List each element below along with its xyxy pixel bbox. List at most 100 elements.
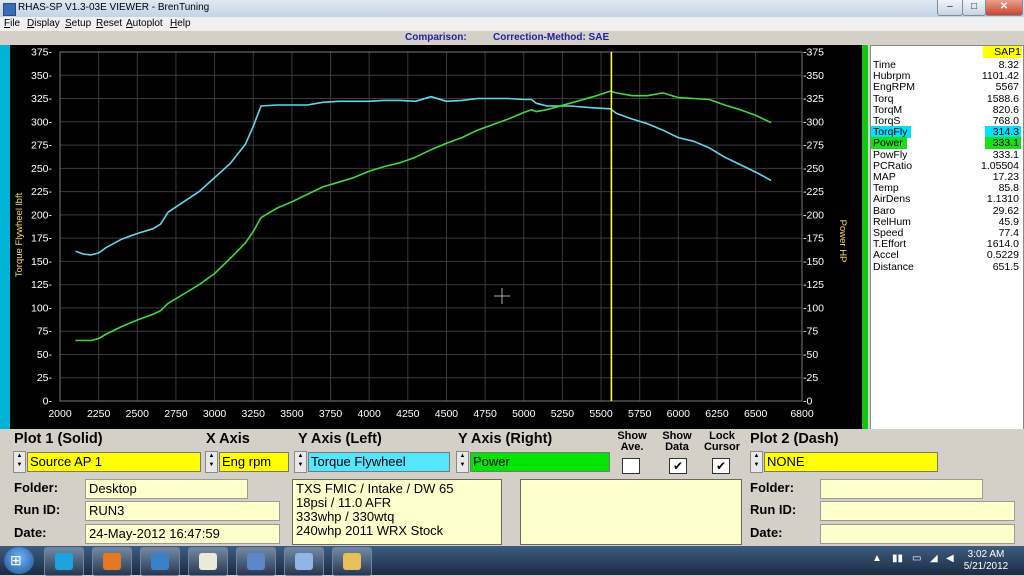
data-row-label: TorqFly: [871, 126, 912, 139]
menu-setup[interactable]: Setup: [65, 18, 91, 29]
plot2-date-field[interactable]: [820, 524, 1015, 544]
x-axis-spinner[interactable]: ▲ ▼: [205, 451, 218, 473]
data-row-relhum: RelHum 45.9: [871, 216, 1021, 228]
menu-display[interactable]: Display: [27, 18, 60, 29]
x-axis-select[interactable]: Eng rpm: [219, 452, 289, 472]
volume-icon[interactable]: ◀: [946, 553, 954, 564]
show-ave-header: Show Ave.: [617, 430, 647, 453]
plot1-notes-memo[interactable]: TXS FMIC / Intake / DW 65 18psi / 11.0 A…: [292, 479, 502, 545]
plot2-source-spinner[interactable]: ▲ ▼: [750, 451, 763, 473]
plot2-notes-memo[interactable]: [520, 479, 742, 545]
y-tick-right: -350: [803, 70, 824, 82]
series-line-torque-flywheel: [75, 95, 772, 256]
show-data-header: Show Data: [662, 430, 692, 453]
power-icon[interactable]: ▭: [912, 553, 921, 564]
x-tick-label: 5250: [551, 408, 575, 420]
y-axis-left-header: Y Axis (Left): [298, 431, 382, 447]
data-row-value: 1.05504: [981, 159, 1019, 172]
y-axis-left-spinner[interactable]: ▲ ▼: [294, 451, 307, 473]
y-tick-right: -200: [803, 209, 824, 221]
notepad-icon: [199, 553, 217, 570]
menu-help[interactable]: Help: [170, 18, 191, 29]
show-hidden-icons-icon[interactable]: ▲: [872, 553, 882, 564]
data-row-label: Accel: [873, 249, 899, 262]
crosshair-icon: [494, 288, 510, 304]
notes-line: 333whp / 330wtq: [296, 509, 395, 524]
x-tick-label: 2000: [48, 408, 72, 420]
data-row-value: 1588.6: [986, 92, 1019, 105]
plot1-header: Plot 1 (Solid): [14, 431, 103, 447]
plot2-run-id-field[interactable]: [820, 501, 1015, 521]
folder-field[interactable]: Desktop: [85, 479, 248, 499]
x-axis-header: X Axis: [206, 431, 250, 447]
show-ave-checkbox[interactable]: [622, 458, 640, 474]
comparison-label: Comparison:: [405, 32, 467, 43]
taskbar-firefox[interactable]: [92, 547, 132, 576]
minimize-button[interactable]: –: [937, 0, 963, 16]
y-tick-right: -375: [803, 47, 824, 59]
dyno-chart-svg[interactable]: 0- -0 25- -25 50- -50 75- -75 100- -100 125- -125 15…: [10, 45, 862, 429]
firefox-icon: [103, 553, 121, 570]
menu-file[interactable]: File: [4, 18, 20, 29]
network-icon[interactable]: ▮▮: [892, 553, 903, 564]
x-tick-label: 3250: [242, 408, 266, 420]
control-panel: Plot 1 (Solid) X Axis Y Axis (Left) Y Ax…: [0, 429, 1024, 546]
date-field[interactable]: 24-May-2012 16:47:59: [85, 524, 280, 544]
y-tick-left: 150-: [31, 256, 53, 268]
run-id-field[interactable]: RUN3: [85, 501, 280, 521]
plot1-source-spinner[interactable]: ▲ ▼: [13, 451, 26, 473]
plot2-source-select[interactable]: NONE: [764, 452, 938, 472]
menu-autoplot[interactable]: Autoplot: [126, 18, 163, 29]
clock-time: 3:02 AM: [967, 549, 1005, 560]
y-tick-right: -275: [803, 140, 824, 152]
maximize-button[interactable]: □: [962, 0, 986, 16]
lock-cursor-checkbox[interactable]: ✔: [712, 458, 730, 474]
start-button[interactable]: ⊞: [4, 547, 34, 574]
y-tick-right: -250: [803, 163, 824, 175]
y-axis-left-select[interactable]: Torque Flywheel: [308, 452, 450, 472]
dyno-chart[interactable]: 0- -0 25- -25 50- -50 75- -75 100- -100 125- -125 15…: [10, 45, 862, 429]
correction-method-label: Correction-Method: SAE: [493, 32, 610, 43]
x-tick-label: 5000: [512, 408, 536, 420]
y-axis-right-spinner[interactable]: ▲ ▼: [456, 451, 469, 473]
taskbar-folder[interactable]: [332, 547, 372, 576]
close-button[interactable]: ✕: [985, 0, 1023, 16]
tool-icon: [295, 553, 313, 570]
signal-icon[interactable]: ◢: [930, 553, 938, 564]
x-tick-label: 4750: [473, 408, 497, 420]
y-tick-left: 50-: [37, 349, 53, 361]
windows-logo-icon: ⊞: [10, 552, 22, 568]
y-tick-left: 100-: [31, 302, 53, 314]
taskbar-tool[interactable]: [284, 547, 324, 576]
plot1-source-select[interactable]: Source AP 1: [27, 452, 201, 472]
taskbar-skype[interactable]: [44, 547, 84, 576]
taskbar-email[interactable]: [140, 547, 180, 576]
plot2-folder-field[interactable]: [820, 479, 983, 499]
chart-axes: 0- -0 25- -25 50- -50 75- -75 100- -100 125- -125 15…: [31, 47, 824, 421]
x-tick-label: 3750: [319, 408, 343, 420]
data-row-baro: Baro 29.62: [871, 205, 1021, 217]
data-row-temp: Temp 85.8: [871, 182, 1021, 194]
y-axis-right-select[interactable]: Power: [470, 452, 610, 472]
x-tick-label: 5750: [628, 408, 652, 420]
taskbar-notepad[interactable]: [188, 547, 228, 576]
data-row-label: Torq: [873, 92, 894, 105]
x-tick-label: 2500: [126, 408, 150, 420]
viewer-icon: [247, 553, 265, 570]
data-row-powfly: PowFly 333.1: [871, 149, 1021, 161]
y-axis-right-header: Y Axis (Right): [458, 431, 553, 447]
chart-grid: [59, 51, 803, 402]
data-row-time: Time 8.32: [871, 59, 1021, 71]
show-data-checkbox[interactable]: ✔: [669, 458, 687, 474]
clock[interactable]: 3:02 AM 5/21/2012: [961, 549, 1011, 573]
taskbar-viewer[interactable]: [236, 547, 276, 576]
x-tick-label: 5500: [589, 408, 613, 420]
data-row-value: 17.23: [992, 171, 1019, 183]
data-row-label: TorqM: [873, 103, 903, 116]
y-tick-left: 375-: [31, 47, 53, 59]
menu-reset[interactable]: Reset: [96, 18, 122, 29]
data-row-speed: Speed 77.4: [871, 227, 1021, 239]
data-row-accel: Accel 0.5229: [871, 249, 1021, 261]
data-row-label: Hubrpm: [873, 70, 911, 83]
x-tick-label: 3500: [280, 408, 304, 420]
